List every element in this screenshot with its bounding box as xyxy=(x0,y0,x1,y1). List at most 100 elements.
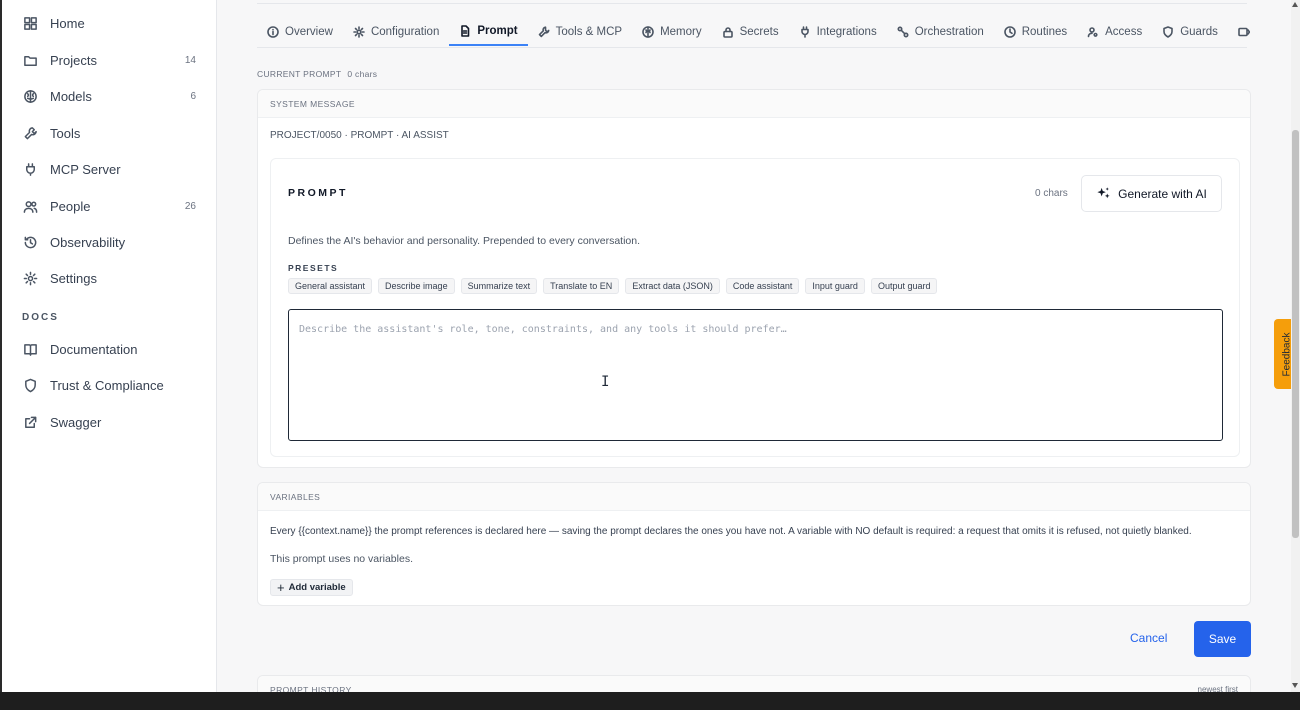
sidebar-item-label: Projects xyxy=(50,52,97,68)
sidebar-item-label: Documentation xyxy=(50,341,138,357)
tab-overview[interactable]: Overview xyxy=(257,18,343,46)
current-prompt-label: CURRENT PROMPT xyxy=(257,69,342,79)
tab-routines[interactable]: Routines xyxy=(994,18,1077,46)
sidebar-item-label: Trust & Compliance xyxy=(50,377,164,393)
docs-heading: DOCS xyxy=(22,312,59,323)
preset-describe-image[interactable]: Describe image xyxy=(378,278,455,294)
tab-bar: Overview Configuration Prompt Tools & MC… xyxy=(257,18,1256,48)
count-badge: 14 xyxy=(184,54,196,66)
plus-icon: + xyxy=(277,580,285,595)
current-prompt-meta: CURRENT PROMPT 0 chars xyxy=(257,69,377,79)
sidebar-item-tools[interactable]: Tools xyxy=(22,119,202,147)
sparkles-icon xyxy=(1097,187,1110,199)
sidebar-item-people[interactable]: People 26 xyxy=(22,192,202,220)
text-cursor-icon: I xyxy=(601,374,610,390)
preset-code-assistant[interactable]: Code assistant xyxy=(725,278,800,294)
sidebar-item-models[interactable]: Models 6 xyxy=(22,82,202,110)
tab-label: Integrations xyxy=(816,26,877,38)
cancel-button[interactable]: Cancel xyxy=(1130,631,1167,645)
sidebar-item-home[interactable]: Home xyxy=(22,9,202,37)
tab-secrets[interactable]: Secrets xyxy=(712,18,789,46)
clock-icon xyxy=(1003,26,1016,38)
variables-empty-text: This prompt uses no variables. xyxy=(270,553,413,565)
sidebar-item-label: Observability xyxy=(50,234,126,250)
sidebar-item-label: Swagger xyxy=(50,414,102,430)
tab-label: Tools & MCP xyxy=(555,26,623,38)
folder-icon xyxy=(22,52,38,68)
sidebar-item-projects[interactable]: Projects 14 xyxy=(22,46,202,74)
save-button[interactable]: Save xyxy=(1194,621,1251,657)
preset-general-assistant[interactable]: General assistant xyxy=(288,278,373,294)
tab-prompt[interactable]: Prompt xyxy=(449,18,528,46)
tab-label: Secrets xyxy=(739,26,779,38)
nodes-icon xyxy=(897,26,909,38)
tab-overflow-arrow[interactable] xyxy=(1228,18,1256,46)
tab-guards[interactable]: Guards xyxy=(1152,18,1228,46)
variables-description: Every {{context.name}} the prompt refere… xyxy=(270,526,1192,537)
scroll-up-arrow-icon[interactable] xyxy=(1292,2,1298,7)
tab-label: Access xyxy=(1105,26,1143,38)
system-message-heading: SYSTEM MESSAGE xyxy=(258,90,1250,118)
preset-output-guard[interactable]: Output guard xyxy=(870,278,938,294)
brain-icon xyxy=(22,88,38,104)
current-prompt-chars: 0 chars xyxy=(347,69,378,79)
window-chevron-icon xyxy=(1238,27,1250,37)
tab-memory[interactable]: Memory xyxy=(632,18,712,46)
preset-summarize-text[interactable]: Summarize text xyxy=(460,278,538,294)
user-key-icon xyxy=(1087,27,1098,38)
presets-heading: PRESETS xyxy=(288,263,339,273)
tab-integrations[interactable]: Integrations xyxy=(789,18,887,46)
sidebar-item-observability[interactable]: Observability xyxy=(22,228,202,256)
tab-access[interactable]: Access xyxy=(1077,18,1152,46)
sidebar-item-label: Home xyxy=(50,15,85,31)
main-content: Overview Configuration Prompt Tools & MC… xyxy=(217,0,1266,710)
wrench-icon xyxy=(538,26,550,38)
prompt-char-count: 0 chars xyxy=(1035,188,1068,199)
external-link-icon xyxy=(22,414,38,430)
book-icon xyxy=(22,341,38,357)
header-divider xyxy=(257,0,1247,4)
plug-icon xyxy=(800,26,809,38)
brain-icon xyxy=(642,26,654,38)
add-variable-button[interactable]: + Add variable xyxy=(270,579,353,596)
preset-input-guard[interactable]: Input guard xyxy=(805,278,865,294)
os-taskbar xyxy=(0,692,1300,710)
add-variable-label: Add variable xyxy=(288,582,346,593)
prompt-description: Defines the AI's behavior and personalit… xyxy=(288,235,641,247)
gear-icon xyxy=(22,270,38,286)
lock-icon xyxy=(722,27,733,38)
sidebar: Home Projects 14 Models 6 Tools MCP Serv… xyxy=(0,0,217,692)
tab-tools-mcp[interactable]: Tools & MCP xyxy=(528,18,632,46)
tab-label: Memory xyxy=(660,26,702,38)
tab-label: Configuration xyxy=(370,26,440,38)
document-icon xyxy=(461,25,470,37)
system-prompt-textarea[interactable]: Describe the assistant's role, tone, con… xyxy=(288,309,1223,441)
sidebar-item-label: MCP Server xyxy=(50,161,121,177)
info-icon xyxy=(267,26,279,38)
sidebar-item-settings[interactable]: Settings xyxy=(22,264,202,292)
tab-orchestration[interactable]: Orchestration xyxy=(887,18,994,46)
preset-extract-data-json[interactable]: Extract data (JSON) xyxy=(625,278,720,294)
preset-translate-en[interactable]: Translate to EN xyxy=(543,278,620,294)
tab-label: Routines xyxy=(1021,26,1068,38)
tab-label: Guards xyxy=(1180,26,1218,38)
tab-label: Orchestration xyxy=(914,26,984,38)
sidebar-item-label: Models xyxy=(50,88,92,104)
scrollbar-thumb[interactable] xyxy=(1292,130,1299,538)
breadcrumb: PROJECT/0050 · PROMPT · AI ASSIST xyxy=(270,130,449,141)
tab-configuration[interactable]: Configuration xyxy=(343,18,449,46)
tab-label: Overview xyxy=(285,26,333,38)
prompt-heading: PROMPT xyxy=(288,187,348,199)
shield-icon xyxy=(1163,26,1174,38)
page-scrollbar[interactable] xyxy=(1291,0,1300,692)
scroll-down-arrow-icon[interactable] xyxy=(1292,683,1298,688)
sidebar-item-mcp-server[interactable]: MCP Server xyxy=(22,155,202,183)
sidebar-item-documentation[interactable]: Documentation xyxy=(22,335,202,363)
sidebar-item-trust-compliance[interactable]: Trust & Compliance xyxy=(22,371,202,399)
generate-with-ai-button[interactable]: Generate with AI xyxy=(1081,175,1222,212)
sidebar-item-swagger[interactable]: Swagger xyxy=(22,408,202,436)
wrench-icon xyxy=(22,125,38,141)
gear-icon xyxy=(353,26,365,38)
sidebar-item-label: People xyxy=(50,198,91,214)
variables-card: VARIABLES Every {{context.name}} the pro… xyxy=(257,482,1251,606)
